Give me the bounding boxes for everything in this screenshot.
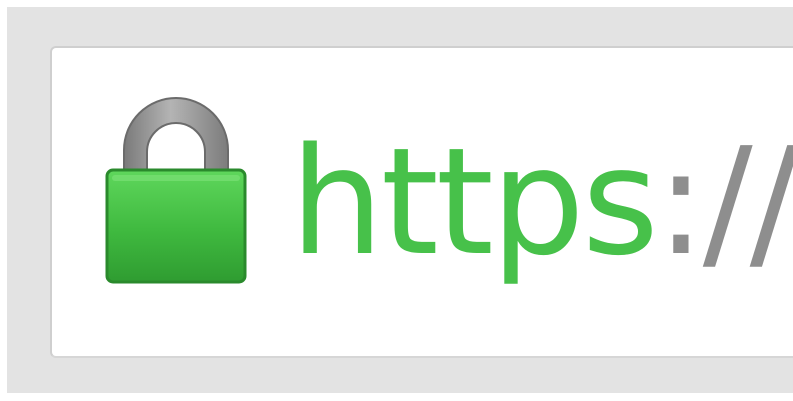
- url-text[interactable]: https://: [290, 92, 793, 312]
- padlock-icon[interactable]: [104, 92, 248, 286]
- screenshot-frame: https://: [0, 0, 793, 401]
- url-scheme: https: [290, 116, 659, 288]
- url-separator: ://: [655, 116, 793, 288]
